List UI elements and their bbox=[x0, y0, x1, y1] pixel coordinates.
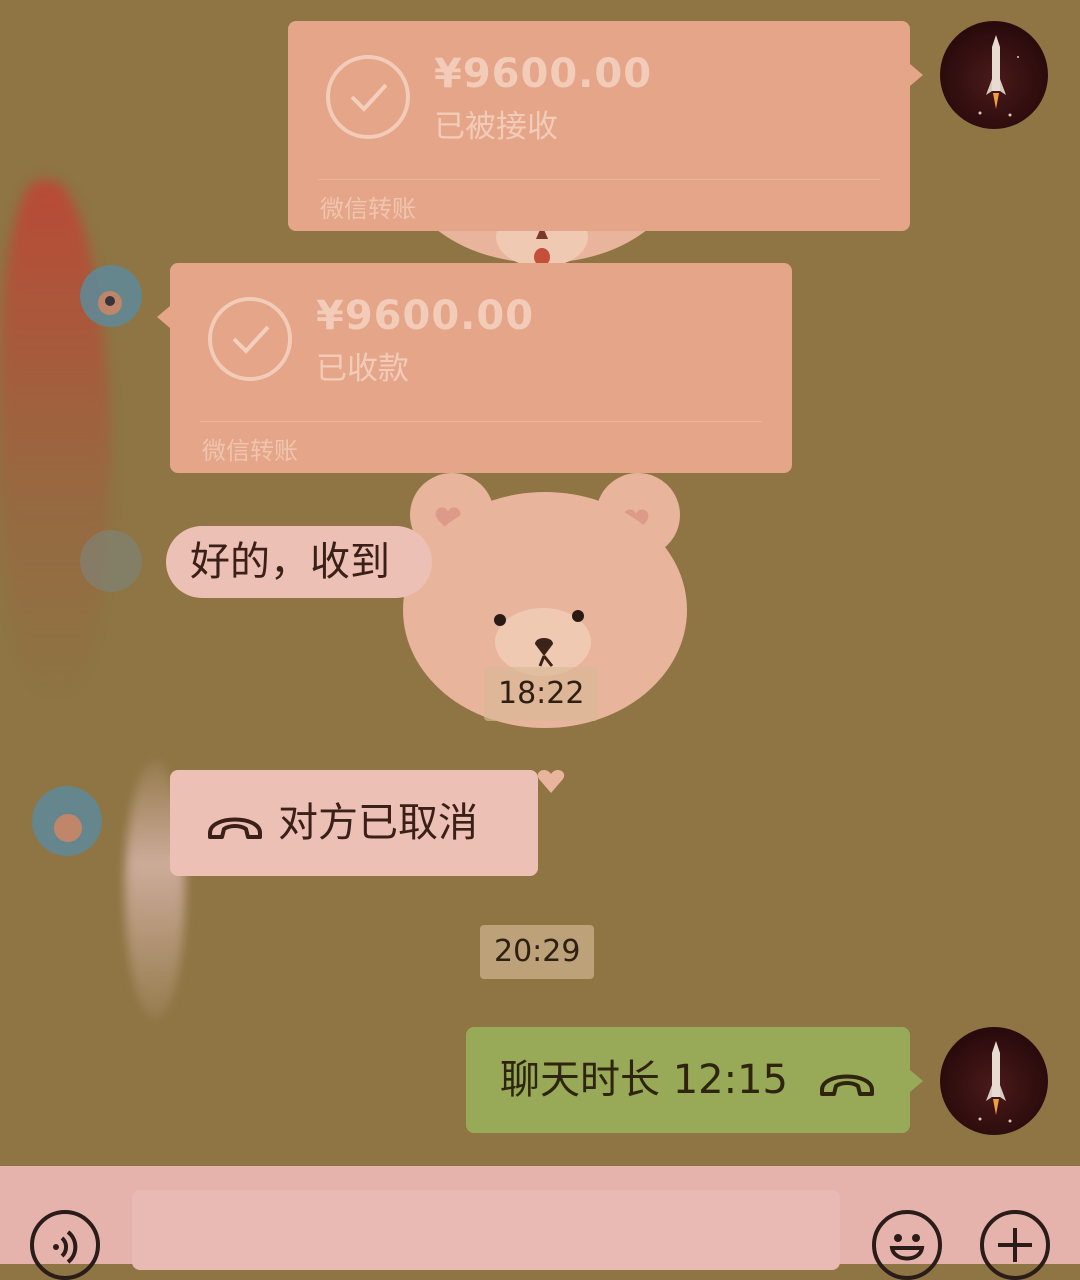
bubble-tail bbox=[910, 1070, 923, 1092]
red-smear-decoration bbox=[0, 180, 110, 700]
transfer-card-sent[interactable]: ¥9600.00 已被接收 微信转账 bbox=[288, 21, 910, 231]
contact-avatar[interactable] bbox=[32, 786, 102, 856]
transfer-card-received[interactable]: ¥9600.00 已收款 微信转账 bbox=[170, 263, 792, 473]
transfer-label: 微信转账 bbox=[320, 195, 416, 223]
message-bubble-call-duration[interactable]: 聊天时长 12:15 bbox=[466, 1027, 910, 1133]
message-input[interactable] bbox=[132, 1190, 840, 1270]
check-circle-icon bbox=[326, 55, 410, 139]
chat-area[interactable]: ¥9600.00 已被接收 微信转账 ¥9600.00 已收款 微信转账 好的，… bbox=[0, 0, 1080, 1166]
phone-hangup-icon bbox=[208, 817, 262, 839]
my-avatar[interactable] bbox=[940, 21, 1048, 129]
divider bbox=[200, 421, 762, 422]
voice-icon[interactable] bbox=[30, 1210, 100, 1280]
transfer-amount: ¥9600.00 bbox=[316, 293, 535, 339]
heart-icon bbox=[536, 766, 566, 796]
check-circle-icon bbox=[208, 297, 292, 381]
phone-hangup-icon bbox=[820, 1074, 874, 1096]
call-status-text: 对方已取消 bbox=[278, 800, 478, 846]
message-bubble-call[interactable]: 对方已取消 bbox=[170, 770, 538, 876]
plus-icon[interactable] bbox=[980, 1210, 1050, 1280]
transfer-status: 已被接收 bbox=[434, 109, 558, 145]
bubble-tail bbox=[157, 306, 170, 328]
timestamp: 18:22 bbox=[484, 667, 599, 721]
transfer-status: 已收款 bbox=[316, 351, 409, 387]
rocket-icon bbox=[978, 1041, 1012, 1123]
call-duration-text: 聊天时长 12:15 bbox=[500, 1057, 788, 1103]
rocket-icon bbox=[978, 35, 1019, 117]
contact-avatar[interactable] bbox=[80, 530, 142, 592]
divider bbox=[318, 179, 880, 180]
emoji-icon[interactable] bbox=[872, 1210, 942, 1280]
contact-avatar[interactable] bbox=[80, 265, 142, 327]
timestamp: 20:29 bbox=[480, 925, 595, 979]
transfer-amount: ¥9600.00 bbox=[434, 51, 653, 97]
transfer-label: 微信转账 bbox=[202, 437, 298, 465]
input-bar bbox=[0, 1166, 1080, 1280]
message-bubble-reply[interactable]: 好的，收到 bbox=[166, 526, 432, 598]
my-avatar[interactable] bbox=[940, 1027, 1048, 1135]
bubble-tail bbox=[910, 64, 923, 86]
